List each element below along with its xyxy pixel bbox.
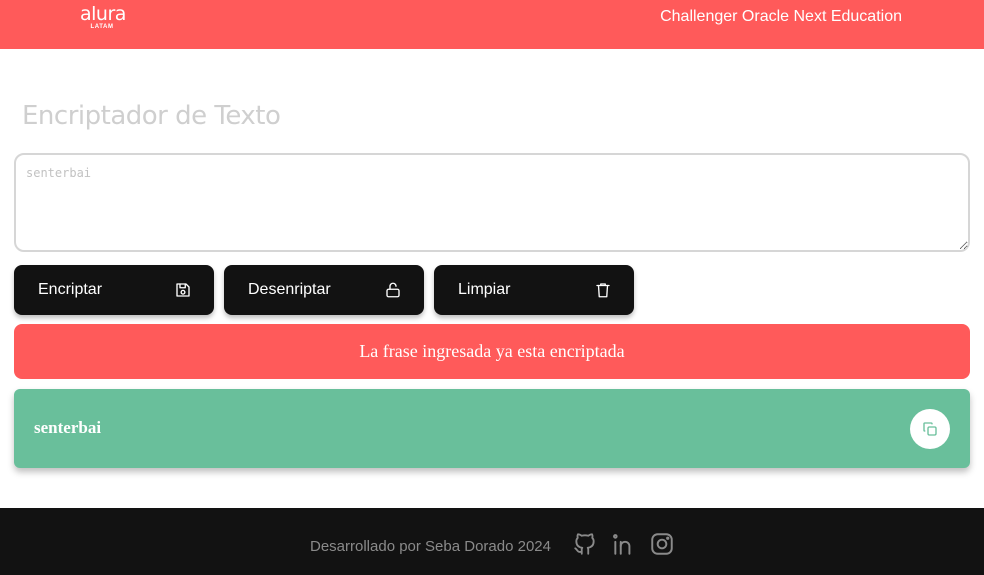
page-title: Encriptador de Texto xyxy=(22,101,281,131)
encrypt-button-label: Encriptar xyxy=(38,281,103,298)
logo-main-text: alura xyxy=(80,3,126,25)
encrypt-button[interactable]: Encriptar xyxy=(14,265,214,315)
trash-icon xyxy=(596,283,610,298)
text-input[interactable] xyxy=(14,153,970,252)
top-header: alura LATAM Challenger Oracle Next Educa… xyxy=(0,0,984,49)
alura-logo[interactable]: alura LATAM xyxy=(80,3,126,34)
result-text: senterbai xyxy=(34,418,102,437)
unlock-icon xyxy=(386,282,400,298)
alert-message: La frase ingresada ya esta encriptada xyxy=(359,341,625,361)
page: alura LATAM Challenger Oracle Next Educa… xyxy=(0,0,984,575)
clear-button[interactable]: Limpiar xyxy=(434,265,634,315)
footer-credit: Desarrollado por Seba Dorado 2024 xyxy=(310,538,551,555)
github-icon[interactable] xyxy=(572,531,598,557)
result-panel: senterbai xyxy=(14,389,970,468)
encrypted-alert: La frase ingresada ya esta encriptada xyxy=(14,324,970,379)
instagram-icon[interactable] xyxy=(649,531,675,557)
header-title: Challenger Oracle Next Education xyxy=(660,8,902,25)
footer: Desarrollado por Seba Dorado 2024 xyxy=(0,508,984,575)
decrypt-button-label: Desenriptar xyxy=(248,281,331,298)
save-icon xyxy=(176,283,190,297)
clear-button-label: Limpiar xyxy=(458,281,511,298)
linkedin-icon[interactable] xyxy=(611,531,637,557)
copy-icon xyxy=(923,422,937,436)
decrypt-button[interactable]: Desenriptar xyxy=(224,265,424,315)
copy-button[interactable] xyxy=(910,409,950,449)
